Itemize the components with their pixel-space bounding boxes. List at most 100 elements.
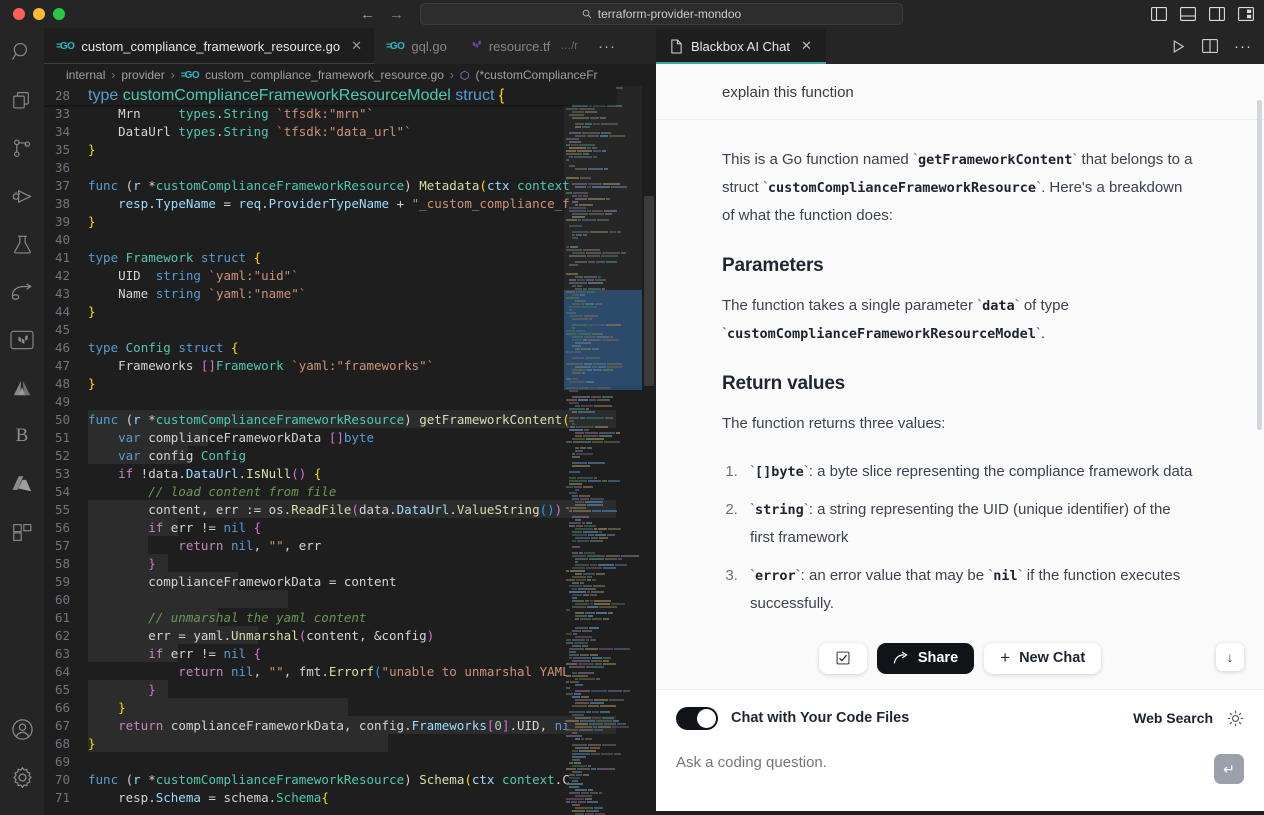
line-number: 54 [54,483,70,499]
close-icon[interactable]: ✕ [351,38,362,54]
line-number: 46 [54,339,70,355]
sidebar-item-search[interactable] [0,28,44,76]
answer-code-getframeworkcontent: getFrameworkContent [917,152,1073,168]
toggle-panel-icon[interactable] [1180,7,1196,21]
chat-with-code-files-label: Chat with Your Code Files [731,710,910,726]
terraform-icon [10,330,34,350]
answer-heading-parameters: Parameters [722,255,824,276]
account-icon [11,718,33,740]
line-number: 60 [54,591,70,607]
chat-scrollbar[interactable] [1257,100,1263,689]
breadcrumb: internal › provider › =GO custom_complia… [44,64,656,86]
web-search-button[interactable]: Web Search [1133,710,1213,726]
answer-code-struct: customComplianceFrameworkResource [767,180,1037,196]
window-controls[interactable] [0,8,65,20]
azure-icon [12,476,32,492]
line-number: 69 [54,753,70,769]
ellipsis-icon[interactable]: ··· [1234,38,1252,55]
share-button[interactable]: Share [876,642,975,674]
breadcrumb-item-file[interactable]: custom_compliance_framework_resource.go [205,68,444,82]
sidebar-item-extensions[interactable] [0,508,44,556]
minimize-window-button[interactable] [33,8,45,20]
chat-body: explain this function This is a Go funct… [656,64,1264,815]
scrollbar-thumb[interactable] [644,196,654,386]
chat-input-row: ↵ [676,754,1244,784]
breadcrumb-item-provider[interactable]: provider [121,68,164,82]
sidebar-item-explorer[interactable] [0,76,44,124]
chat-with-code-files-toggle[interactable] [676,706,718,730]
chat-tab-label: Blackbox AI Chat [691,38,790,54]
select-messages-button[interactable] [818,642,867,674]
breadcrumb-item-internal[interactable]: internal [66,68,105,82]
chat-input[interactable] [676,754,1214,771]
chat-scroll-area[interactable]: explain this function This is a Go funct… [656,64,1264,689]
editor-tab-resource-tf[interactable]: resource.tf …/r [459,28,590,64]
chat-scrollbar-thumb[interactable] [1257,100,1262,430]
line-number: 57 [54,537,70,553]
go-forward-icon[interactable]: → [389,7,404,22]
line-number: 45 [54,321,70,337]
chat-footer: Chat with Your Code Files Web Search Ask… [656,689,1264,815]
search-icon [582,9,592,19]
line-number: 65 [54,681,70,697]
method-symbol-icon: ⬡ [459,69,470,82]
editor-vertical-scrollbar[interactable] [642,86,656,815]
answer-returns-list: `[]byte`: a byte slice representing the … [742,458,1198,618]
enter-icon: ↵ [1223,760,1235,777]
close-window-button[interactable] [13,8,25,20]
line-number: 48 [54,375,70,391]
theme-toggle-button[interactable] [1227,710,1244,727]
toggle-primary-sidebar-icon[interactable] [1151,7,1167,21]
editor-group: =GO custom_compliance_framework_resource… [44,28,656,815]
sticky-scroll-line[interactable]: 28 type customComplianceFrameworkResourc… [44,86,616,105]
scroll-to-bottom-button[interactable]: ↓ [1216,643,1244,671]
go-back-icon[interactable]: ← [360,7,375,22]
remote-icon [11,283,32,300]
sun-icon [1227,710,1244,726]
list-item: `[]byte`: a byte slice representing the … [742,458,1198,486]
editor-tab-gql-go[interactable]: =GO gql.go [374,28,459,64]
line-number: 56 [54,519,70,535]
beaker-icon [13,235,31,254]
line-number: 61 [54,609,70,625]
code-editor[interactable]: 32 // resource details33 Mrn types.Strin… [44,86,656,815]
line-number: 71 [54,789,70,805]
sidebar-item-accounts[interactable] [0,705,44,753]
answer-code-error: error [755,568,796,584]
line-number: 40 [54,231,70,247]
line-number: 43 [54,285,70,301]
editor-tab-overflow-button[interactable]: ··· [590,28,624,64]
sidebar-item-azure[interactable] [0,460,44,508]
toggle-secondary-sidebar-icon[interactable] [1209,7,1225,21]
share-button-label: Share [917,650,959,666]
play-icon[interactable] [1171,39,1186,54]
send-message-button[interactable]: ↵ [1214,754,1244,784]
split-editor-icon[interactable] [1202,39,1218,53]
quick-search-value: terraform-provider-mondoo [597,7,742,21]
breadcrumb-item-symbol[interactable]: (*customComplianceFr [476,68,598,82]
sidebar-item-terraform[interactable] [0,316,44,364]
customize-layout-icon[interactable] [1238,7,1254,21]
line-number: 52 [54,447,70,463]
sidebar-item-settings[interactable] [0,753,44,801]
minimap-slider[interactable] [564,86,642,386]
sidebar-item-testing[interactable] [0,220,44,268]
close-icon[interactable]: ✕ [801,38,812,54]
sidebar-item-source-control[interactable] [0,124,44,172]
maximize-window-button[interactable] [53,8,65,20]
sidebar-item-remote-explorer[interactable] [0,268,44,316]
line-number: 55 [54,501,70,517]
answer-returns-1-text: : a string representing the UID (unique … [750,501,1171,546]
editor-tab-custom-compliance-framework-resource-go[interactable]: =GO custom_compliance_framework_resource… [44,28,374,64]
quick-search-input[interactable]: terraform-provider-mondoo [420,3,903,25]
sidebar-item-atlassian[interactable] [0,364,44,412]
answer-params-pre: The function takes a single parameter [722,297,978,314]
sidebar-item-run-and-debug[interactable] [0,172,44,220]
activity-bar: B [0,28,44,815]
editor-tab-sublabel: …/r [560,40,578,52]
atlassian-icon [13,380,31,396]
sidebar-item-blackbox[interactable]: B [0,412,44,460]
line-number: 50 [54,411,70,427]
new-chat-button[interactable]: + New Chat [984,642,1102,674]
chat-tab-blackbox-ai-chat[interactable]: Blackbox AI Chat ✕ [656,28,826,64]
